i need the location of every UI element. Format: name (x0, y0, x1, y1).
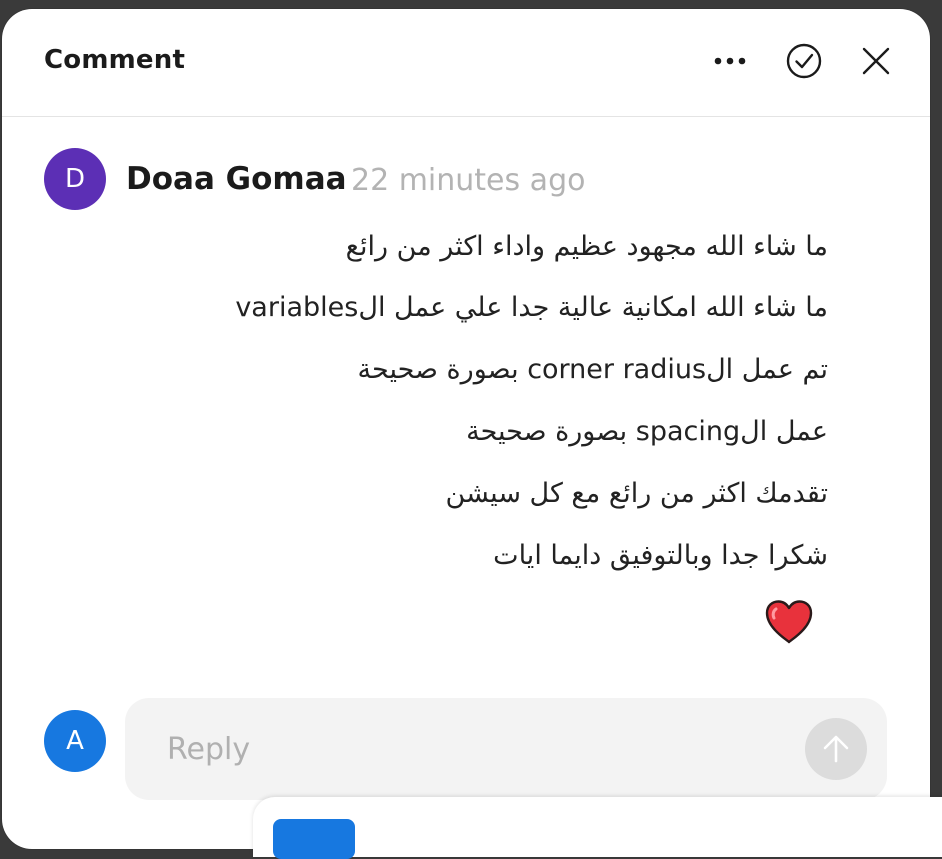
comment-panel: Comment D Doaa Gomaa 22 minutes ago ما ش… (2, 9, 930, 849)
arrow-up-icon (823, 735, 849, 763)
comment-timestamp: 22 minutes ago (351, 163, 586, 198)
more-horizontal-icon (714, 57, 746, 65)
author-avatar: D (44, 148, 106, 210)
comment-line: تم عمل الcorner radius بصورة صحيحة (357, 354, 828, 385)
comment-line: تقدمك اكثر من رائع مع كل سيشن (445, 478, 828, 509)
comment-header: Comment (2, 9, 930, 117)
author-name: Doaa Gomaa (126, 161, 347, 197)
comment-line: عمل الspacing بصورة صحيحة (466, 416, 828, 447)
send-button[interactable] (805, 718, 867, 780)
reply-input[interactable]: Reply (125, 698, 887, 800)
resolve-button[interactable] (784, 39, 824, 79)
background-button[interactable] (273, 819, 355, 859)
reply-placeholder: Reply (167, 732, 251, 767)
close-button[interactable] (856, 39, 896, 79)
background-panel (253, 797, 942, 859)
close-icon (862, 47, 890, 75)
comment-line: ما شاء الله مجهود عظيم واداء اكثر من رائ… (345, 231, 828, 262)
panel-title: Comment (44, 45, 186, 75)
more-options-button[interactable] (710, 39, 750, 79)
check-circle-icon (786, 43, 822, 79)
heart-icon (765, 600, 813, 644)
reply-avatar: A (44, 710, 106, 772)
comment-line: شكرا جدا وبالتوفيق دايما ايات (493, 540, 828, 571)
comment-line: ما شاء الله امكانية عالية جدا علي عمل ال… (235, 292, 828, 323)
